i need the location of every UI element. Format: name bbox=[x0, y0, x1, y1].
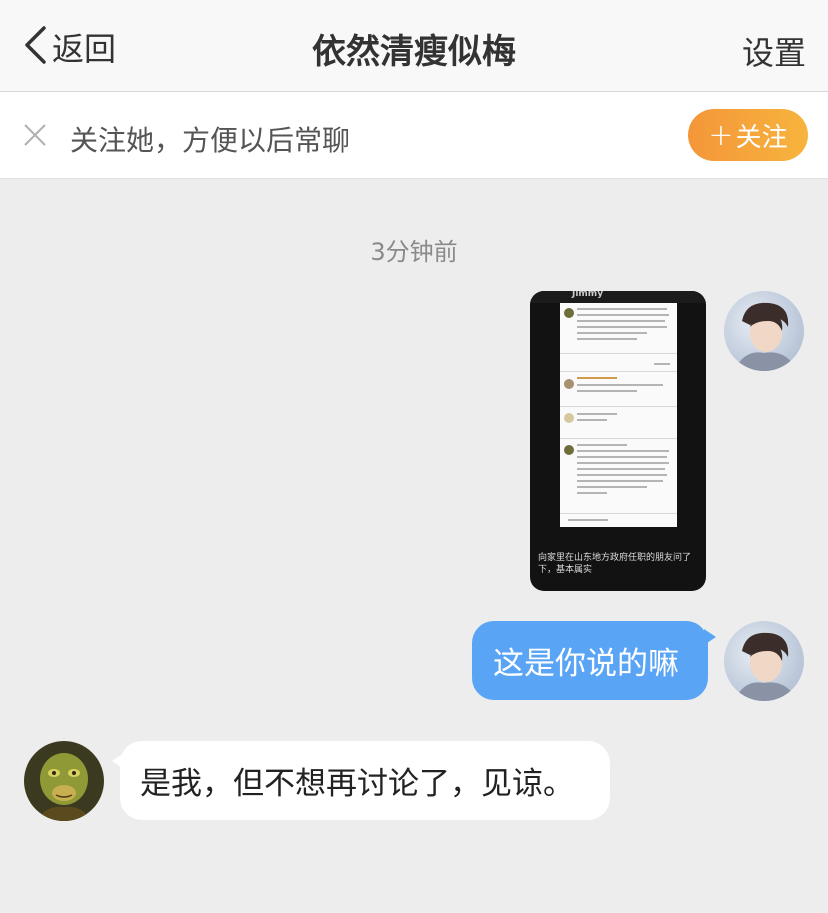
message-timestamp: 3分钟前 bbox=[370, 238, 458, 266]
image-message[interactable]: Jimmy 向家里在山东地方政府任职的朋友问了下，基本属实 bbox=[530, 291, 706, 591]
settings-button[interactable]: 设置 bbox=[742, 28, 806, 74]
follow-prompt-text: 关注她，方便以后常聊 bbox=[70, 124, 351, 157]
screenshot-header bbox=[530, 291, 706, 303]
my-avatar[interactable] bbox=[724, 621, 804, 701]
plus-icon: + bbox=[708, 117, 734, 153]
outgoing-text-bubble[interactable]: 这是你说的嘛 bbox=[472, 621, 716, 700]
screenshot-caption: 向家里在山东地方政府任职的朋友问了下，基本属实 bbox=[538, 553, 692, 575]
close-icon[interactable] bbox=[22, 122, 48, 148]
screenshot-comment-thread bbox=[560, 303, 677, 527]
message-text: 这是你说的嘛 bbox=[493, 646, 679, 682]
screenshot-username: Jimmy bbox=[572, 291, 604, 299]
follow-button-label: 关注 bbox=[735, 122, 788, 153]
incoming-text-bubble[interactable]: 是我，但不想再讨论了，见谅。 bbox=[112, 741, 610, 820]
follow-button[interactable]: + 关注 bbox=[688, 109, 808, 161]
contact-avatar[interactable] bbox=[24, 741, 104, 821]
navigation-bar: 返回 依然清瘦似梅 设置 bbox=[0, 0, 828, 92]
message-text: 是我，但不想再讨论了，见谅。 bbox=[140, 766, 574, 802]
follow-prompt-bar: 关注她，方便以后常聊 + 关注 bbox=[0, 92, 828, 179]
my-avatar[interactable] bbox=[724, 291, 804, 371]
chat-title: 依然清瘦似梅 bbox=[312, 32, 516, 72]
